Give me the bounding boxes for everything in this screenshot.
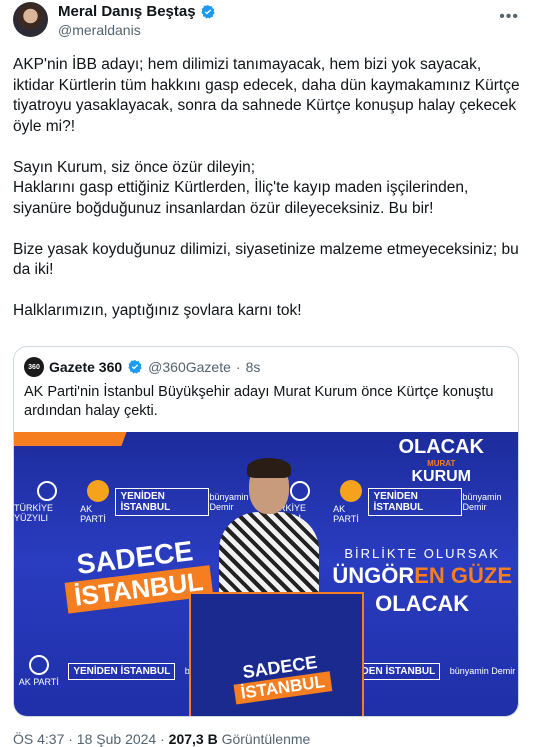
view-count: 207,3 B xyxy=(168,731,218,747)
quote-avatar[interactable]: 360 xyxy=(24,357,44,377)
separator-dot: · xyxy=(235,359,241,375)
podium: SADECE İSTANBUL xyxy=(189,592,364,716)
logo-turkiye: AK PARTİ xyxy=(19,655,59,687)
verified-badge-icon xyxy=(200,4,215,19)
quote-timestamp[interactable]: 8s xyxy=(246,359,261,375)
quote-author-name[interactable]: Gazete 360 xyxy=(49,359,122,375)
banner-olacak-text: OLACAK xyxy=(398,436,484,458)
banner-olacak: OLACAK MURAT KURUM xyxy=(398,436,484,486)
author-name[interactable]: Meral Danış Beştaş xyxy=(58,3,196,20)
logo-bunyamin: bünyamin Demir xyxy=(462,492,502,512)
quoted-tweet[interactable]: 360 Gazete 360 @360Gazete · 8s AK Parti'… xyxy=(13,346,519,717)
logo-yeniden: YENİDEN İSTANBUL xyxy=(115,488,210,516)
tweet-paragraph: AKP'nin İBB adayı; hem dilimizi tanımaya… xyxy=(13,56,520,135)
quote-author-handle[interactable]: @360Gazete xyxy=(148,359,231,375)
verified-badge-icon xyxy=(128,360,142,374)
banner-gungoren: ÜNGÖREN GÜZE xyxy=(332,563,512,588)
logo-akparti: AK PARTİ xyxy=(333,480,368,524)
quote-video[interactable]: OLACAK MURAT KURUM TÜRKİYE YÜZYILI AK PA… xyxy=(14,432,518,716)
quote-header: 360 Gazete 360 @360Gazete · 8s xyxy=(24,357,260,377)
avatar[interactable] xyxy=(13,2,48,37)
quote-text: AK Parti'nin İstanbul Büyükşehir adayı M… xyxy=(24,384,494,419)
tweet-timestamp[interactable]: ÖS 4:37 · 18 Şub 2024 · xyxy=(13,731,165,747)
tweet-text: AKP'nin İBB adayı; hem dilimizi tanımaya… xyxy=(13,55,521,342)
more-options-icon[interactable]: ••• xyxy=(499,8,519,26)
logo-yeniden: YENİDEN İSTANBUL xyxy=(368,488,463,516)
podium-sign: SADECE İSTANBUL xyxy=(231,650,333,705)
author-handle[interactable]: @meraldanis xyxy=(58,22,141,38)
logo-bunyamin: bünyamin Demir xyxy=(449,666,516,676)
author-row: Meral Danış Beştaş xyxy=(58,3,216,20)
logo-yeniden: YENİDEN İSTANBUL xyxy=(68,662,176,680)
tweet-paragraph: Sayın Kurum, siz önce özür dileyin; Hakl… xyxy=(13,158,469,217)
banner-stripe xyxy=(14,432,127,446)
view-label: Görüntülenme xyxy=(221,731,311,747)
tweet-paragraph: Halklarımızın, yaptığınız şovlara karnı … xyxy=(13,302,302,319)
tweet-paragraph: Bize yasak koyduğunuz dilimizi, siyaseti… xyxy=(13,240,519,279)
banner-birlikte-text: BİRLİKTE OLURSAK xyxy=(344,546,500,561)
tweet-footer: ÖS 4:37 · 18 Şub 2024 · 207,3 B Görüntül… xyxy=(13,731,310,747)
logo-akparti: AK PARTİ xyxy=(80,480,115,524)
logo-turkiye: TÜRKİYE YÜZYILI xyxy=(14,481,80,523)
banner-murat: MURAT xyxy=(427,459,456,468)
